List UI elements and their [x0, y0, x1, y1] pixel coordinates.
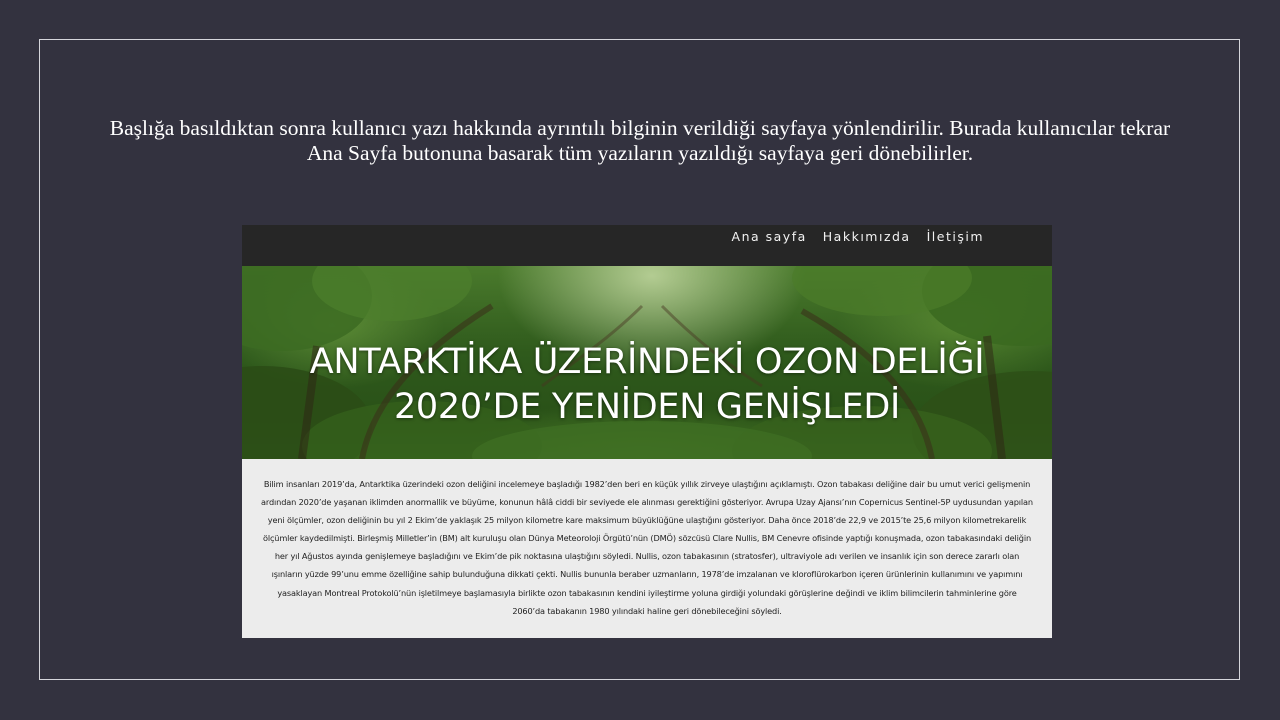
website-screenshot: Ana sayfa Hakkımızda İletişim ANTARKTİKA… [242, 225, 1052, 638]
site-navbar: Ana sayfa Hakkımızda İletişim [242, 225, 1052, 266]
slide-caption: Başlığa basıldıktan sonra kullanıcı yazı… [109, 116, 1171, 165]
nav-item-about[interactable]: Hakkımızda [823, 229, 911, 244]
hero-banner: ANTARKTİKA ÜZERİNDEKİ OZON DELİĞİ 2020’D… [242, 266, 1052, 459]
nav-item-home[interactable]: Ana sayfa [732, 229, 807, 244]
nav-item-contact[interactable]: İletişim [927, 229, 984, 244]
article-title-line-1: ANTARKTİKA ÜZERİNDEKİ OZON DELİĞİ [309, 342, 985, 382]
article-title: ANTARKTİKA ÜZERİNDEKİ OZON DELİĞİ 2020’D… [242, 340, 1052, 430]
nav-links: Ana sayfa Hakkımızda İletişim [732, 229, 984, 244]
article-title-line-2: 2020’DE YENİDEN GENİŞLEDİ [393, 387, 901, 427]
article-body: Bilim insanları 2019’da, Antarktika üzer… [261, 479, 1033, 616]
